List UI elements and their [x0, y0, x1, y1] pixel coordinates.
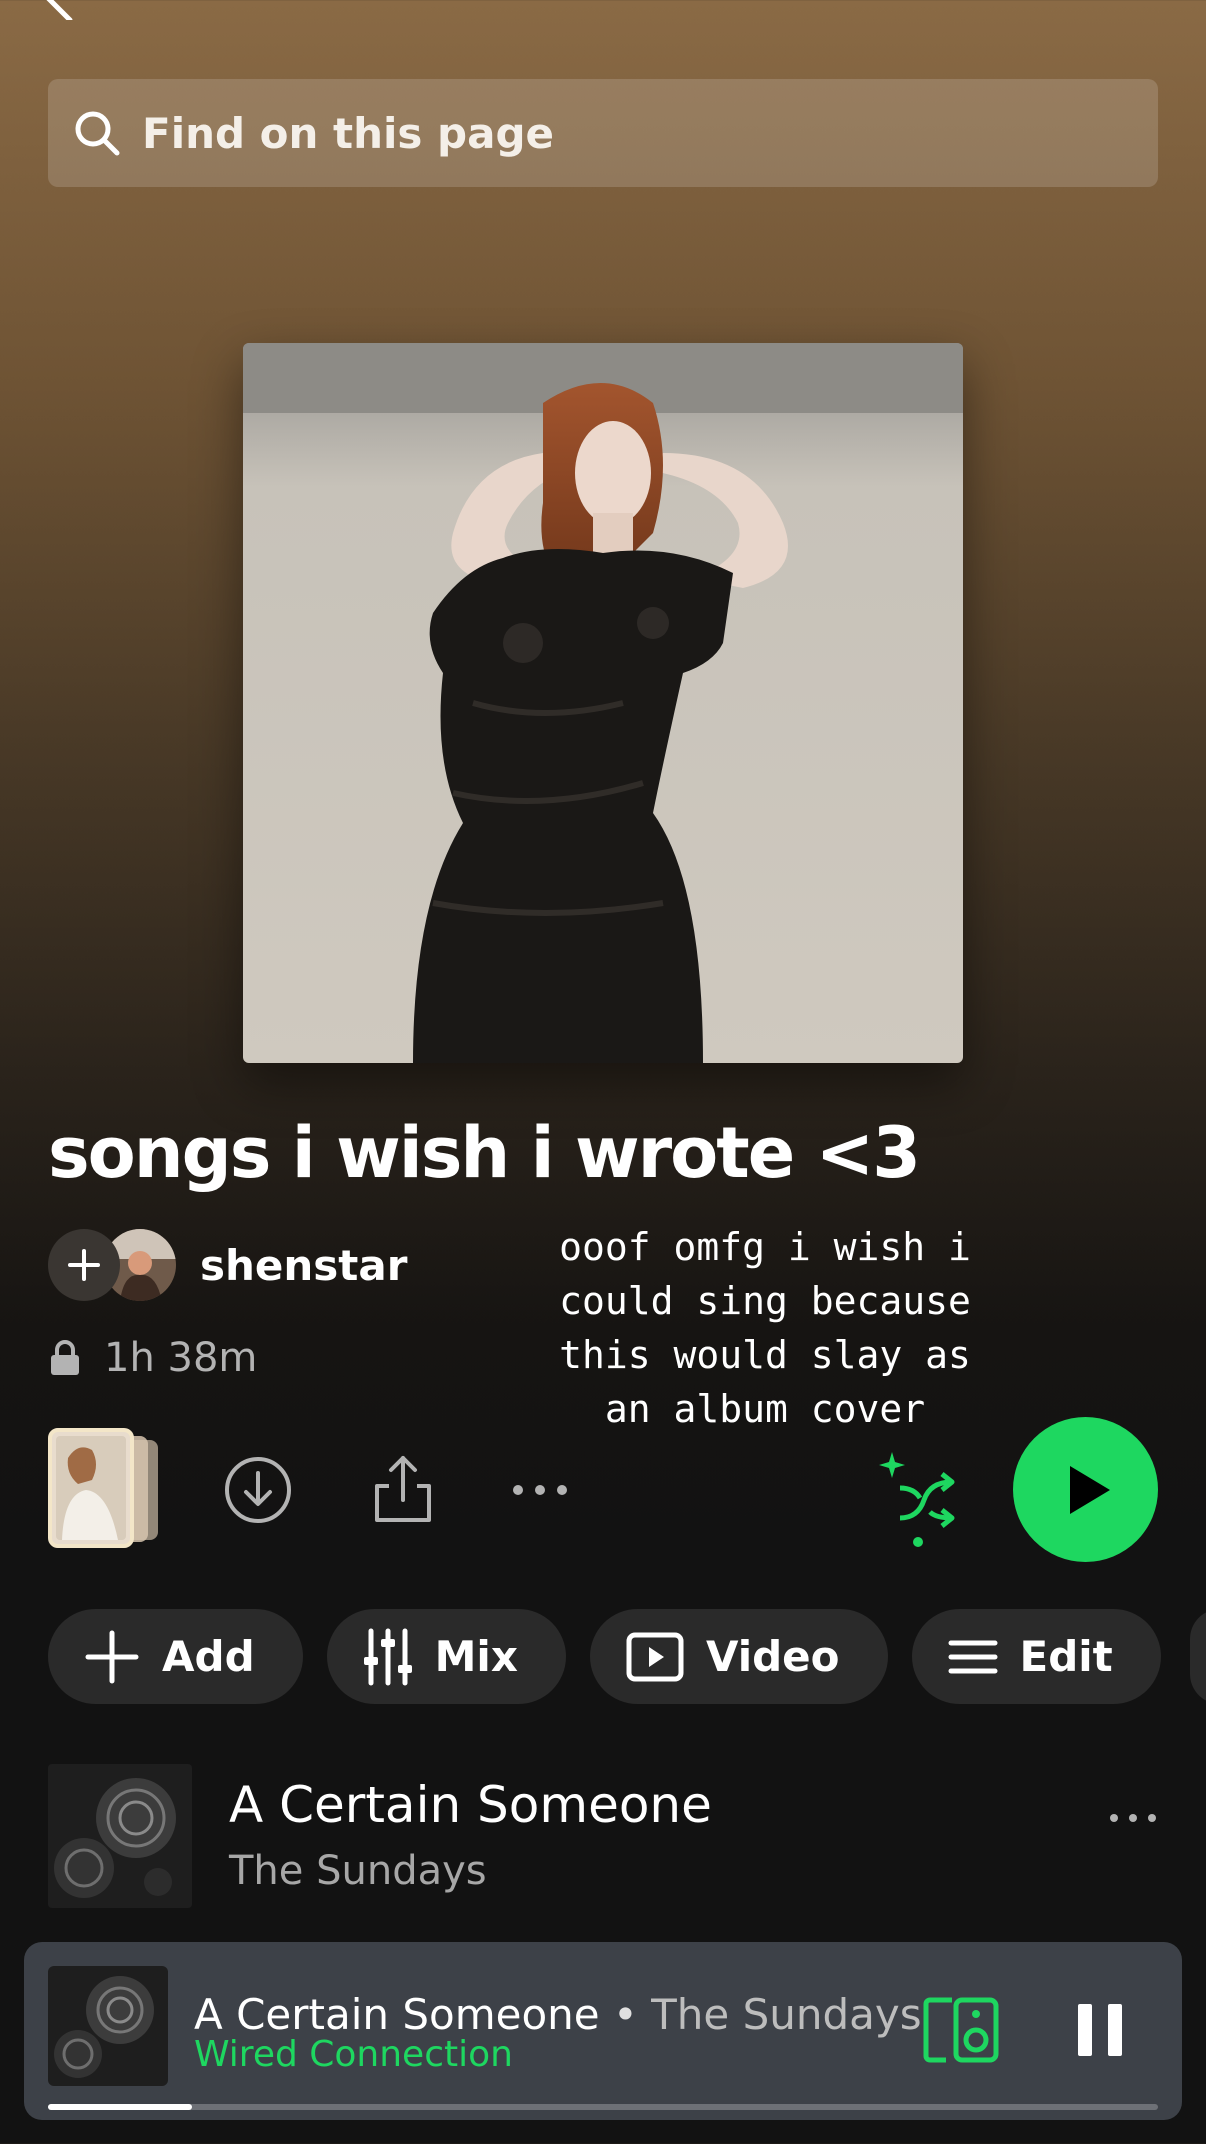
- track-more-button[interactable]: [1108, 1809, 1168, 1859]
- mini-player[interactable]: A Certain Someone • The Sundays Wired Co…: [24, 1942, 1182, 2120]
- download-icon: [225, 1457, 291, 1523]
- menu-lines-icon: [948, 1640, 998, 1673]
- back-arrow-icon: [46, 0, 73, 23]
- playlist-cover-image: [243, 343, 963, 1063]
- chip-label: Video: [705, 1632, 840, 1681]
- track-artist: The Sundays: [229, 1848, 487, 1894]
- edit-chip[interactable]: Edit: [911, 1609, 1161, 1704]
- caption-text: ooof omfg i wish i could sing because th…: [559, 1225, 971, 1431]
- share-button[interactable]: [365, 1450, 441, 1526]
- play-button[interactable]: [1013, 1417, 1158, 1562]
- preview-thumbnail[interactable]: [48, 1428, 166, 1548]
- more-icon: [1110, 1814, 1156, 1822]
- back-button[interactable]: [40, 0, 100, 23]
- track-artwork: [48, 1764, 192, 1908]
- track-row[interactable]: A Certain Someone The Sundays: [48, 1764, 1158, 1909]
- playback-progress-track[interactable]: [48, 2104, 1158, 2110]
- owner-name[interactable]: shenstar: [200, 1241, 407, 1290]
- lock-icon: [51, 1340, 79, 1375]
- pause-icon: [1078, 2004, 1122, 2056]
- connect-device-button[interactable]: [922, 1994, 1002, 2066]
- more-chip-partial[interactable]: [1190, 1609, 1206, 1704]
- share-icon: [375, 1456, 431, 1522]
- now-playing-device: Wired Connection: [194, 2034, 513, 2075]
- search-icon: [75, 111, 120, 156]
- separator: •: [599, 1990, 652, 2039]
- search-placeholder: Find on this page: [142, 108, 555, 158]
- add-chip[interactable]: Add: [48, 1609, 303, 1704]
- video-icon: [626, 1632, 684, 1681]
- connect-device-icon: [923, 1997, 999, 2063]
- pause-button[interactable]: [1064, 1994, 1136, 2066]
- search-bar[interactable]: Find on this page: [48, 79, 1158, 187]
- chip-label: Mix: [434, 1632, 518, 1681]
- sliders-icon: [363, 1628, 412, 1685]
- smart-shuffle-icon: [879, 1452, 955, 1547]
- video-chip[interactable]: Video: [589, 1609, 888, 1704]
- smart-shuffle-button[interactable]: [878, 1448, 958, 1548]
- plus-icon: [68, 1249, 100, 1281]
- now-playing-artist: The Sundays: [651, 1990, 922, 2039]
- track-title: A Certain Someone: [229, 1776, 712, 1834]
- playlist-meta: 1h 38m: [48, 1335, 257, 1381]
- owner-row: shenstar: [48, 1228, 407, 1302]
- playlist-title: songs i wish i wrote <3: [48, 1112, 921, 1194]
- now-playing-title: A Certain Someone: [194, 1990, 600, 2039]
- playback-progress-fill: [48, 2104, 193, 2110]
- download-button[interactable]: [220, 1452, 296, 1528]
- playlist-duration: 1h 38m: [104, 1335, 258, 1381]
- now-playing-artwork: [48, 1966, 168, 2086]
- more-icon: [513, 1485, 567, 1495]
- more-options-button[interactable]: [505, 1465, 575, 1515]
- add-collaborator-button[interactable]: [48, 1229, 120, 1301]
- plus-icon: [85, 1630, 139, 1683]
- chip-label: Edit: [1019, 1632, 1113, 1681]
- play-icon: [1069, 1465, 1110, 1514]
- mix-chip[interactable]: Mix: [326, 1609, 566, 1704]
- chip-label: Add: [162, 1632, 255, 1681]
- now-playing-title-line: A Certain Someone • The Sundays: [194, 1990, 922, 2039]
- action-chips: Add Mix Video Edit: [48, 1609, 1161, 1704]
